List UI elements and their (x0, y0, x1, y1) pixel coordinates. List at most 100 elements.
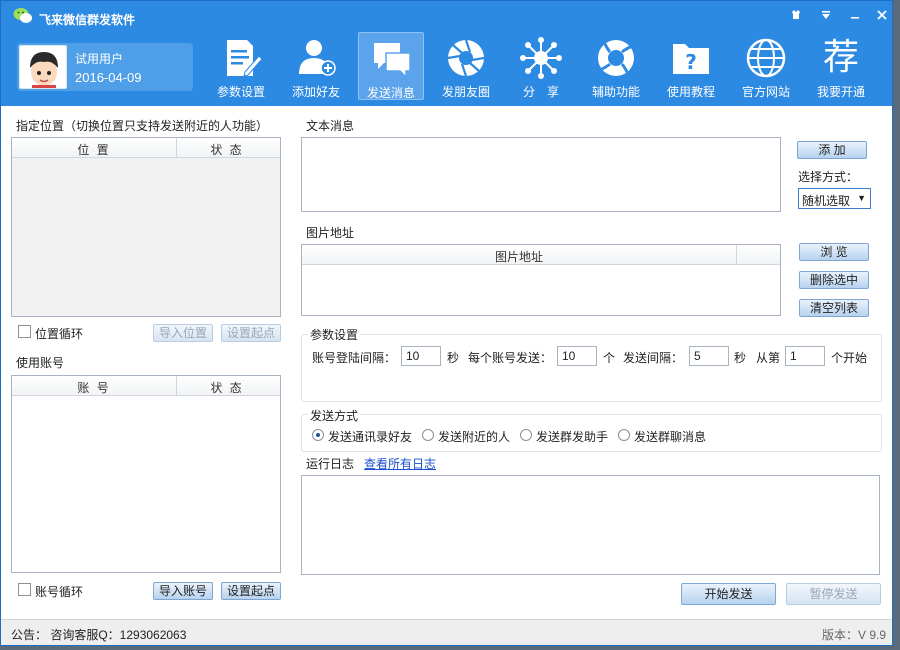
radio-contacts[interactable] (312, 429, 324, 441)
accounts-title: 使用账号 (16, 356, 65, 370)
image-list-header: 图片地址 (302, 245, 780, 265)
recommend-char-icon: 荐 (822, 37, 859, 78)
nav-website[interactable]: 官方网站 (733, 32, 799, 100)
header-bar: 飞来微信群发软件 试用用户 2016-04-09 参数设置 添加好友 发送消息 … (1, 1, 892, 106)
start-suffix-label: 个开始 (831, 351, 868, 365)
nav-add-friends[interactable]: 添加好友 (283, 32, 349, 100)
set-account-start-button[interactable]: 设置起点 (221, 582, 281, 600)
nav-label: 添加好友 (291, 85, 340, 99)
nav-send-message[interactable]: 发送消息 (358, 32, 424, 100)
nav-label: 我要开通 (816, 85, 865, 99)
nav-label: 使用教程 (666, 85, 715, 99)
nav-moments[interactable]: 发朋友圈 (433, 32, 499, 100)
radio-label-group-assistant: 发送群发助手 (536, 430, 609, 444)
select-mode-value: 随机选取 (802, 194, 851, 208)
avatar (19, 45, 67, 89)
login-interval-input[interactable]: 10 (401, 346, 441, 366)
column-header-status[interactable]: 状 态 (177, 379, 277, 396)
column-header-account[interactable]: 账 号 (12, 379, 176, 396)
location-list-header: 位 置 状 态 (12, 138, 280, 158)
minimize-icon[interactable] (846, 9, 864, 25)
nav-label: 辅助功能 (591, 85, 640, 99)
help-folder-icon: ? (673, 44, 709, 74)
per-account-label: 每个账号发送： (468, 351, 553, 365)
accounts-list-header: 账 号 状 态 (12, 376, 280, 396)
import-account-button[interactable]: 导入账号 (153, 582, 213, 600)
notice-text: 公告： 咨询客服Q：1293062063 (11, 628, 187, 642)
radio-label-nearby: 发送附近的人 (438, 430, 511, 444)
close-icon[interactable] (873, 9, 891, 25)
radio-group-assistant[interactable] (520, 429, 532, 441)
nav-assist[interactable]: 辅助功能 (583, 32, 649, 100)
send-interval-label: 发送间隔： (623, 351, 684, 365)
location-list[interactable]: 位 置 状 态 (11, 137, 281, 317)
nav-label: 参数设置 (216, 85, 265, 99)
radio-group-chat[interactable] (618, 429, 630, 441)
import-location-button[interactable]: 导入位置 (153, 324, 213, 342)
radio-label-contacts: 发送通讯录好友 (328, 430, 413, 444)
login-interval-label: 账号登陆间隔： (312, 351, 397, 365)
text-message-label: 文本消息 (306, 119, 355, 133)
user-name: 试用用户 (75, 52, 124, 66)
nav-share[interactable]: 分 享 (508, 32, 574, 100)
unit-seconds: 秒 (734, 351, 747, 365)
skin-icon[interactable] (787, 9, 805, 25)
send-interval-input[interactable]: 5 (689, 346, 729, 366)
radio-nearby[interactable] (422, 429, 434, 441)
chevron-down-icon: ▼ (857, 193, 866, 203)
nav-activate[interactable]: 荐 我要开通 (808, 32, 874, 100)
clear-list-button[interactable]: 清空列表 (799, 299, 869, 317)
delete-selected-button[interactable]: 删除选中 (799, 271, 869, 289)
add-text-button[interactable]: 添 加 (797, 141, 867, 159)
image-list[interactable]: 图片地址 (301, 244, 781, 316)
svg-text:?: ? (685, 50, 697, 74)
radio-label-group-chat: 发送群聊消息 (634, 430, 707, 444)
location-loop-checkbox[interactable] (18, 325, 31, 338)
set-location-start-button[interactable]: 设置起点 (221, 324, 281, 342)
nav-tutorial[interactable]: ? 使用教程 (658, 32, 724, 100)
column-header-status[interactable]: 状 态 (177, 141, 277, 158)
nav-label: 分 享 (522, 85, 559, 99)
browse-button[interactable]: 浏 览 (799, 243, 869, 261)
from-label: 从第 (756, 351, 781, 365)
nav-label: 发朋友圈 (441, 85, 490, 99)
log-box[interactable] (301, 475, 880, 575)
status-bar: 公告： 咨询客服Q：1293062063 版本：V 9.9 (1, 619, 892, 645)
pause-send-button[interactable]: 暂停发送 (786, 583, 881, 605)
column-header-image-path[interactable]: 图片地址 (302, 248, 736, 265)
window-title: 飞来微信群发软件 (39, 13, 136, 27)
image-label: 图片地址 (306, 226, 355, 240)
column-separator (736, 245, 737, 265)
nav-label: 官方网站 (741, 85, 790, 99)
location-loop-label: 位置循环 (35, 327, 84, 341)
start-send-button[interactable]: 开始发送 (681, 583, 776, 605)
start-from-input[interactable]: 1 (785, 346, 825, 366)
text-message-box[interactable] (301, 137, 781, 212)
aperture-icon (447, 39, 485, 77)
menu-dropdown-icon[interactable] (817, 9, 835, 25)
per-account-input[interactable]: 10 (557, 346, 597, 366)
add-user-icon (299, 40, 336, 76)
user-expiry-date: 2016-04-09 (75, 70, 142, 85)
account-loop-checkbox[interactable] (18, 583, 31, 596)
version-text: 版本：V 9.9 (822, 628, 887, 642)
location-title: 指定位置（切换位置只支持发送附近的人功能） (16, 119, 269, 133)
chat-bubbles-icon (374, 43, 411, 79)
view-all-logs-link[interactable]: 查看所有日志 (364, 455, 436, 472)
app-window: 飞来微信群发软件 试用用户 2016-04-09 参数设置 添加好友 发送消息 … (0, 0, 893, 646)
params-title: 参数设置 (308, 326, 361, 343)
nav-label: 发送消息 (366, 86, 415, 100)
user-card: 试用用户 2016-04-09 (17, 43, 193, 91)
accounts-list[interactable]: 账 号 状 态 (11, 375, 281, 573)
share-network-icon (520, 37, 562, 79)
select-mode-dropdown[interactable]: 随机选取 ▼ (798, 188, 871, 209)
document-edit-icon (227, 40, 263, 77)
params-group (301, 334, 882, 402)
globe-icon (746, 38, 786, 78)
log-label: 运行日志 (306, 457, 355, 471)
wechat-logo-icon (13, 8, 32, 23)
column-header-location[interactable]: 位 置 (12, 141, 176, 158)
nav-param-settings[interactable]: 参数设置 (208, 32, 274, 100)
unit-seconds: 秒 (447, 351, 460, 365)
account-loop-label: 账号循环 (35, 585, 84, 599)
